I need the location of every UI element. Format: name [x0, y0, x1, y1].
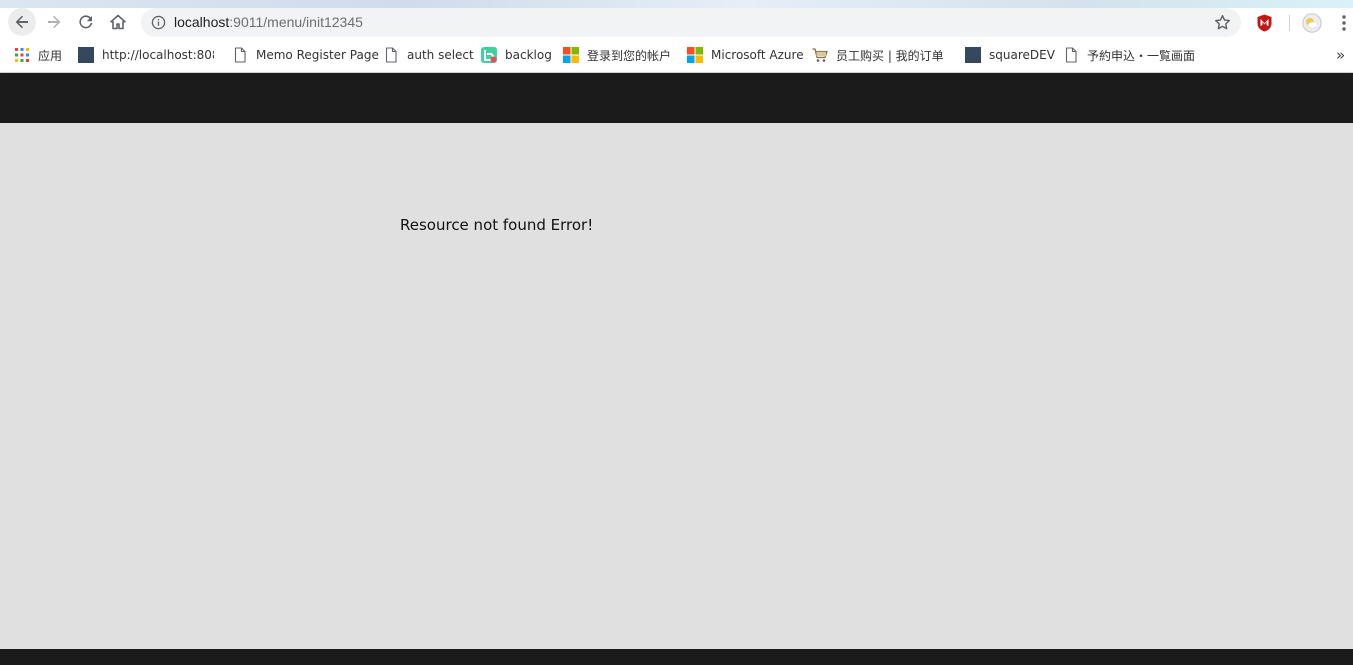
browser-window: localhost:9011/menu/init12345 应用 http://… — [0, 0, 1353, 665]
reload-button[interactable] — [72, 8, 100, 36]
bookmark-login-label: 登录到您的帐户 — [587, 48, 672, 63]
kebab-menu-icon[interactable] — [1336, 14, 1352, 32]
page-content: Resource not found Error! — [0, 123, 1353, 649]
bookmark-square-label: squareDEV — [989, 48, 1055, 62]
bookmark-backlog[interactable]: backlog — [481, 46, 552, 64]
info-icon[interactable] — [151, 15, 166, 30]
reload-icon — [79, 15, 93, 29]
bookmark-microsoft-azure[interactable]: Microsoft Azure — [687, 46, 804, 64]
microsoft-logo-icon — [687, 47, 703, 63]
url-text[interactable]: localhost:9011/menu/init12345 — [174, 14, 363, 30]
browser-toolbar: localhost:9011/menu/init12345 — [0, 8, 1353, 38]
url-path: :9011/menu/init12345 — [229, 14, 363, 30]
bookmark-auth-label: auth select — [407, 48, 474, 62]
bookmark-apps-label: 应用 — [38, 48, 63, 63]
bookmark-memo-label: Memo Register Page — [256, 48, 379, 62]
bookmark-star-icon[interactable] — [1214, 14, 1231, 31]
address-bar[interactable]: localhost:9011/menu/init12345 — [141, 8, 1241, 37]
back-button[interactable] — [8, 8, 36, 36]
bookmark-apps[interactable]: 应用 — [14, 46, 62, 64]
bookmark-memo-register[interactable]: Memo Register Page — [232, 46, 379, 64]
microsoft-logo-icon — [563, 47, 579, 63]
bookmark-booking-list[interactable]: 予約申込・一覧画面 — [1063, 46, 1195, 64]
shopping-cart-icon — [812, 48, 828, 62]
app-footer-bar — [0, 649, 1353, 665]
bookmark-booking-label: 予約申込・一覧画面 — [1087, 48, 1196, 63]
app-header-bar — [0, 73, 1353, 123]
arrow-right-icon — [48, 15, 61, 29]
mcafee-icon[interactable] — [1256, 14, 1273, 32]
bookmark-login[interactable]: 登录到您的帐户 — [563, 46, 671, 64]
page-icon — [385, 47, 397, 63]
home-icon — [110, 14, 126, 30]
bookmark-squaredev[interactable]: squareDEV — [965, 46, 1055, 64]
tab-strip — [0, 0, 1353, 8]
arrow-left-icon — [15, 15, 28, 29]
bookmarks-bar: 应用 http://localhost:8080 Memo Register P… — [0, 38, 1353, 73]
bookmark-azure-label: Microsoft Azure — [711, 48, 804, 62]
url-host: localhost — [174, 14, 230, 30]
home-button[interactable] — [104, 8, 132, 36]
square-favicon-icon — [78, 47, 94, 63]
error-message: Resource not found Error! — [400, 216, 594, 234]
toolbar-divider — [1289, 15, 1290, 31]
bookmarks-overflow-button[interactable]: » — [1336, 46, 1345, 64]
bookmark-backlog-label: backlog — [505, 48, 552, 62]
profile-avatar[interactable] — [1302, 13, 1322, 33]
square-favicon-icon — [965, 47, 981, 63]
backlog-icon — [481, 47, 497, 63]
page-icon — [1065, 47, 1077, 63]
bookmark-employee-purchase[interactable]: 员工购买 | 我的订单 — [812, 46, 944, 64]
bookmark-localhost-label: http://localhost:8080 — [102, 48, 214, 62]
profile-icon — [1302, 13, 1322, 33]
bookmark-auth-select[interactable]: auth select — [383, 46, 474, 64]
bookmark-localhost[interactable]: http://localhost:8080 — [78, 46, 214, 64]
apps-grid-icon — [15, 48, 29, 62]
page-icon — [234, 47, 246, 63]
forward-button[interactable] — [40, 8, 68, 36]
bookmark-purchase-label: 员工购买 | 我的订单 — [836, 48, 944, 63]
